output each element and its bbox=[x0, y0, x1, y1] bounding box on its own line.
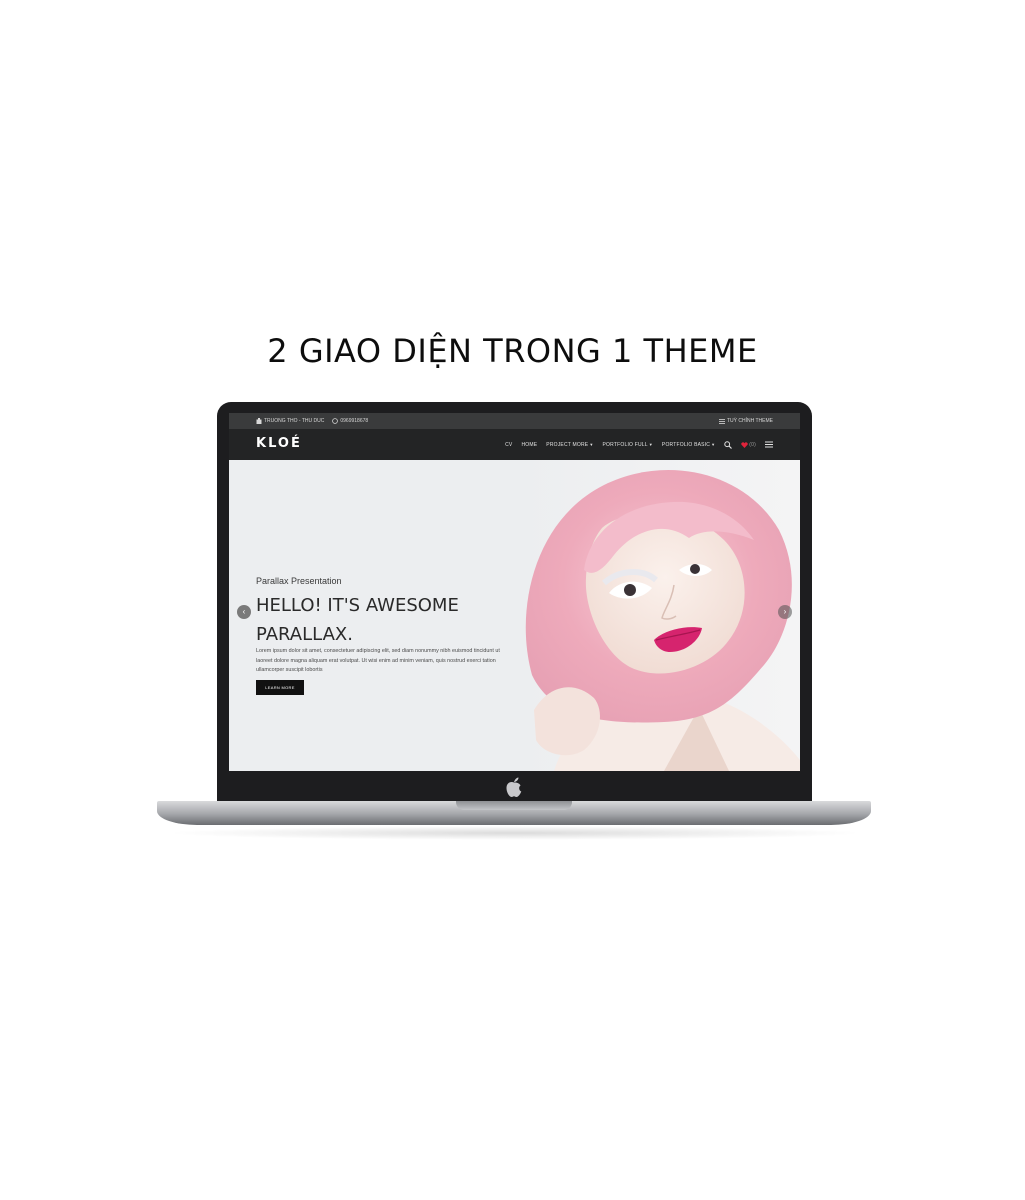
customize-theme-link[interactable]: TUỲ CHỈNH THEME bbox=[718, 413, 773, 429]
hero-subtitle: Parallax Presentation bbox=[256, 576, 342, 586]
menu-item-project-more[interactable]: PROJECT MORE ▼ bbox=[546, 442, 593, 448]
address-text: TRUONG THO - THU DUC bbox=[264, 418, 325, 424]
phone-text: 0969918678 bbox=[340, 418, 369, 424]
customize-theme-label: TUỲ CHỈNH THEME bbox=[726, 418, 773, 424]
menu-item-portfolio-basic[interactable]: PORTFOLIO BASIC ▼ bbox=[662, 442, 715, 448]
laptop-screen: TRUONG THO - THU DUC 0969918678 TUỲ CHỈN… bbox=[229, 413, 800, 771]
menu-item-cv[interactable]: CV bbox=[505, 442, 512, 448]
chevron-down-icon: ▼ bbox=[711, 442, 716, 447]
apple-logo-icon bbox=[506, 777, 522, 797]
arrow-right-icon: › bbox=[783, 607, 787, 616]
promo-headline: 2 GIAO DIỆN TRONG 1 THEME bbox=[267, 332, 758, 370]
hamburger-menu-icon[interactable] bbox=[765, 441, 773, 448]
main-menu: CV HOME PROJECT MORE ▼ PORTFOLIO FULL ▼ PO… bbox=[505, 429, 773, 460]
slider-next-button[interactable]: › bbox=[778, 605, 792, 619]
heart-icon bbox=[741, 441, 748, 448]
site-logo[interactable]: KLOÉ bbox=[256, 436, 302, 451]
laptop-shadow bbox=[165, 826, 865, 840]
learn-more-button[interactable]: LEARN MORE bbox=[256, 680, 304, 695]
wishlist-count: (0) bbox=[749, 441, 756, 448]
hero-portrait-image bbox=[514, 460, 800, 771]
sliders-icon bbox=[718, 419, 725, 424]
phone-info[interactable]: 0969918678 bbox=[332, 413, 368, 429]
chevron-down-icon: ▼ bbox=[648, 442, 653, 447]
wishlist-button[interactable]: (0) bbox=[741, 442, 756, 448]
slider-prev-button[interactable]: ‹ bbox=[237, 605, 251, 619]
site-navbar: KLOÉ CV HOME PROJECT MORE ▼ PORTFOLIO FUL… bbox=[229, 429, 800, 460]
phone-icon bbox=[332, 418, 339, 424]
hero-title: HELLO! IT'S AWESOME PARALLAX. bbox=[256, 595, 459, 645]
menu-item-portfolio-full[interactable]: PORTFOLIO FULL ▼ bbox=[603, 442, 653, 448]
chevron-down-icon: ▼ bbox=[589, 442, 594, 447]
menu-item-home[interactable]: HOME bbox=[521, 442, 537, 448]
search-icon[interactable] bbox=[724, 440, 733, 449]
hero-body-text: Lorem ipsum dolor sit amet, consectetuer… bbox=[256, 648, 500, 673]
site-topbar: TRUONG THO - THU DUC 0969918678 TUỲ CHỈN… bbox=[229, 413, 800, 429]
hero-slider: Parallax Presentation HELLO! IT'S AWESOM… bbox=[229, 460, 800, 771]
laptop-hinge-notch bbox=[456, 801, 572, 810]
building-icon bbox=[256, 418, 262, 424]
arrow-left-icon: ‹ bbox=[242, 607, 246, 616]
address-info: TRUONG THO - THU DUC bbox=[256, 413, 324, 429]
